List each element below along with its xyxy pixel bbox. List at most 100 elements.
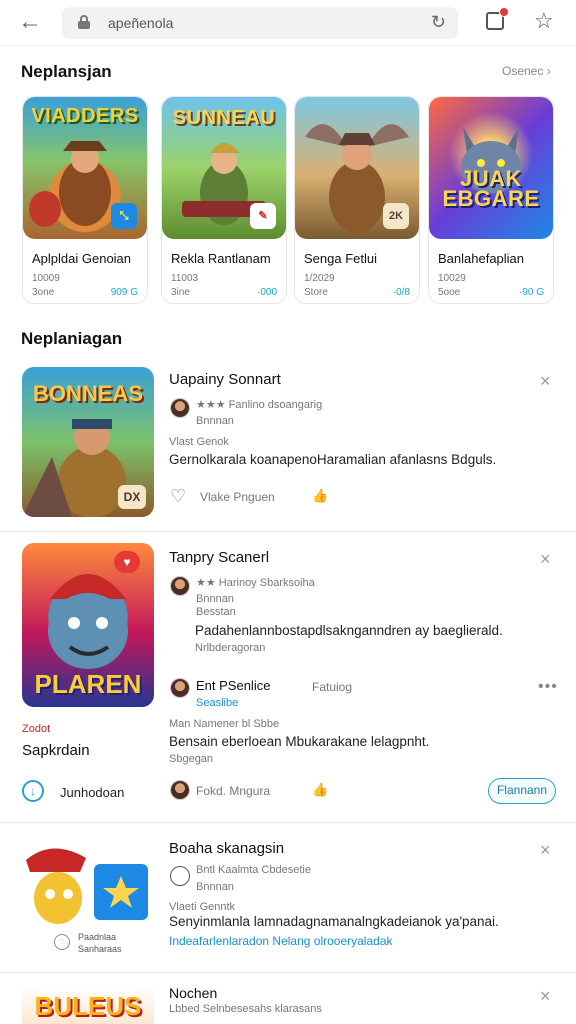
- section-title-featured: Neplansjan: [21, 62, 112, 81]
- game-name: Rekla Rantlanam: [171, 251, 271, 266]
- game-logo: BONNEAS: [32, 381, 143, 406]
- item-author: Bnnnan: [196, 593, 234, 605]
- like-label[interactable]: Vlake Pnguen: [200, 490, 275, 504]
- download-label[interactable]: Junhodoan: [60, 785, 124, 800]
- item-author: Bnnnan: [196, 415, 234, 427]
- avatar[interactable]: [170, 576, 190, 596]
- game-code: 10029: [438, 273, 466, 284]
- game-logo: SUNNEAU: [172, 107, 276, 129]
- see-more-link[interactable]: Osenec ›: [502, 64, 551, 78]
- reply-action[interactable]: Fatuiog: [312, 680, 352, 694]
- bookmark-star-icon[interactable]: ☆: [534, 8, 554, 34]
- reply-avatar[interactable]: [170, 678, 190, 698]
- game-thumbnail: VIADDERS ⤡: [23, 97, 147, 239]
- game-thumbnail[interactable]: BULEUS: [22, 985, 154, 1024]
- game-thumbnail[interactable]: ◌ Paadnlaa Sanharaas: [22, 836, 154, 960]
- expand-icon: ⤡: [111, 203, 137, 229]
- game-thumbnail[interactable]: ♥ PLAREN: [22, 543, 154, 707]
- game-card[interactable]: JUAK EBGARE Banlahefaplian 10029 5ooe ·9…: [428, 96, 554, 304]
- item-description: Padahenlannbostapdlsaknganndren ay baegl…: [195, 623, 503, 638]
- item-rating: Lbbed Selnbesesahs klarasans: [169, 1003, 322, 1015]
- game-name: Senga Fetlui: [304, 251, 377, 266]
- footer-author: Fokd. Mngura: [196, 784, 271, 798]
- item-title[interactable]: Tanpry Scanerl: [169, 549, 269, 566]
- edit-icon: ✎: [250, 203, 276, 229]
- item-description-sub: Nrlbderagoran: [195, 642, 266, 654]
- game-name: Banlahefaplian: [438, 251, 525, 266]
- reply-description-sub: Sbgegan: [169, 753, 214, 765]
- item-author: Bnnnan: [196, 881, 234, 893]
- game-price: ·90 G: [518, 287, 544, 298]
- game-card[interactable]: SUNNEAU ✎ Rekla Rantlanam 11003 3ine ·00…: [161, 96, 287, 304]
- avatar[interactable]: [170, 866, 190, 886]
- item-rating: ★★ Harinoy Sbarksoiha: [196, 577, 315, 589]
- game-store: 3ine: [171, 287, 190, 298]
- game-store: 5ooe: [438, 287, 461, 298]
- item-link[interactable]: Indeafarlenlaradon Nelang olrooeryaladak: [169, 934, 393, 948]
- game-price: 909 G: [110, 287, 138, 298]
- heart-badge-icon: ♥: [114, 551, 140, 573]
- game-code: 10009: [32, 273, 60, 284]
- reply-author[interactable]: Ent PSenlice: [196, 678, 270, 693]
- reply-badge: Seaslibe: [196, 697, 239, 709]
- game-thumbnail: JUAK EBGARE: [429, 97, 553, 239]
- address-bar[interactable]: apeñenola ↻: [62, 7, 458, 39]
- reply-description: Bensain eberloean Mbukarakane lelagpnht.: [169, 734, 430, 749]
- tabs-icon[interactable]: [486, 7, 509, 30]
- back-arrow-icon[interactable]: ←: [18, 9, 44, 35]
- browser-toolbar: ← apeñenola ↻ ☆: [0, 0, 576, 46]
- more-options-icon[interactable]: •••: [538, 678, 558, 696]
- art-caption: Paadnlaa: [78, 932, 117, 942]
- game-logo: BULEUS: [34, 991, 142, 1021]
- close-icon[interactable]: ×: [540, 986, 551, 1007]
- side-label: Zodot: [22, 723, 51, 735]
- item-description: Senyinmlanla lamnadagnamanalngkadeianok …: [169, 914, 499, 929]
- item-title[interactable]: Uapainy Sonnart: [169, 371, 281, 388]
- reload-icon[interactable]: ↻: [431, 12, 446, 33]
- item-rating: Bntl Kaalmta Cbdesetie: [196, 864, 311, 876]
- game-code: 11003: [171, 273, 199, 284]
- game-card[interactable]: VIADDERS ⤡ Aplpldai Genoian 10009 3one 9…: [22, 96, 148, 304]
- notification-dot: [499, 7, 509, 17]
- item-meta: Vlast Genok: [169, 436, 229, 448]
- game-code: 1/2029: [304, 273, 335, 284]
- game-thumbnail[interactable]: BONNEAS DX: [22, 367, 154, 517]
- divider: [0, 531, 576, 532]
- url-text[interactable]: apeñenola: [108, 15, 173, 31]
- follow-button[interactable]: Flannann: [488, 778, 556, 804]
- avatar[interactable]: [170, 398, 190, 418]
- divider: [0, 822, 576, 823]
- game-thumbnail: 2K: [295, 97, 419, 239]
- game-logo: JUAK EBGARE: [442, 166, 540, 211]
- game-badge: DX: [118, 485, 146, 509]
- game-badge: 2K: [383, 203, 409, 229]
- download-icon[interactable]: ↓: [22, 780, 44, 802]
- thumbs-up-icon[interactable]: 👍: [312, 488, 328, 504]
- game-logo: VIADDERS: [31, 105, 139, 127]
- item-meta: Vlaeti Genntk: [169, 901, 236, 913]
- game-price: ·0/8: [392, 287, 410, 298]
- divider: [0, 972, 576, 973]
- item-description: Gernolkarala koanapenoHaramalian afanlas…: [169, 452, 497, 467]
- close-icon[interactable]: ×: [540, 549, 551, 570]
- avatar[interactable]: [170, 780, 190, 800]
- close-icon[interactable]: ×: [540, 371, 551, 392]
- game-thumbnail: SUNNEAU ✎: [162, 97, 286, 239]
- close-icon[interactable]: ×: [540, 840, 551, 861]
- globe-icon: ◌: [54, 934, 70, 950]
- art-caption: Sanharaas: [78, 944, 122, 954]
- game-logo: PLAREN: [34, 669, 142, 699]
- item-meta: Besstan: [196, 606, 236, 618]
- thumbs-up-icon[interactable]: 👍: [312, 782, 328, 798]
- reply-meta: Man Namener bl Sbbe: [169, 718, 280, 730]
- item-rating: ★★★ Fanlino dsoangarig: [196, 399, 323, 411]
- lock-icon: [78, 15, 90, 29]
- game-store: 3one: [32, 287, 55, 298]
- item-title[interactable]: Nochen: [169, 985, 217, 1001]
- item-title[interactable]: Boaha skanagsin: [169, 840, 284, 857]
- game-name: Aplpldai Genoian: [32, 251, 132, 266]
- game-price: ·000: [256, 287, 277, 298]
- game-card[interactable]: 2K Senga Fetlui 1/2029 Store ·0/8: [294, 96, 420, 304]
- game-store: Store: [304, 287, 328, 298]
- heart-icon[interactable]: ♡: [170, 486, 186, 507]
